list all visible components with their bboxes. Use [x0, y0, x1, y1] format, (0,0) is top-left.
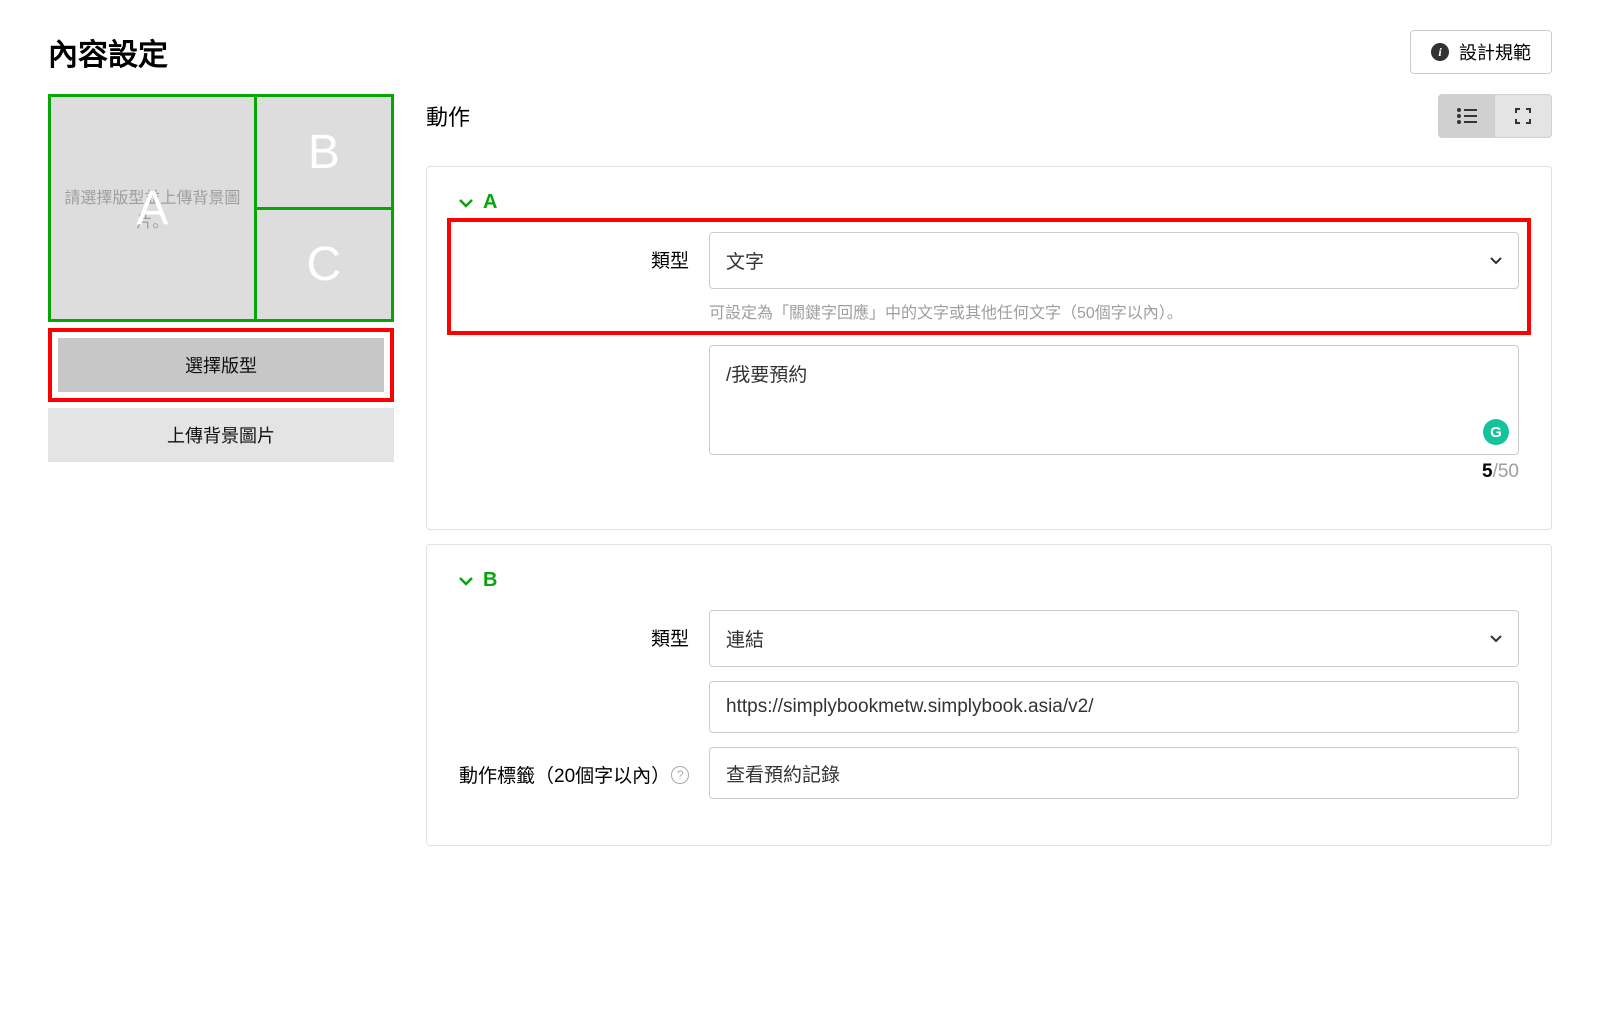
- actions-title: 動作: [426, 100, 470, 132]
- info-icon: i: [1431, 43, 1449, 61]
- panel-b-header[interactable]: B: [459, 569, 1519, 592]
- chevron-down-icon: [459, 198, 473, 208]
- design-guide-button[interactable]: i 設計規範: [1410, 30, 1552, 74]
- type-label-a: 類型: [459, 232, 689, 273]
- action-label-label-b: 動作標籤（20個字以內） ?: [459, 747, 689, 788]
- list-icon: [1456, 107, 1478, 125]
- list-view-button[interactable]: [1439, 95, 1495, 137]
- chevron-down-icon: [1490, 257, 1502, 265]
- page-title: 內容設定: [48, 30, 168, 74]
- highlight-choose-layout: 選擇版型: [48, 328, 394, 402]
- chevron-down-icon: [1490, 635, 1502, 643]
- panel-a-header[interactable]: A: [459, 191, 1519, 214]
- text-input-a[interactable]: [709, 345, 1519, 455]
- layout-area-c[interactable]: C: [257, 210, 391, 319]
- choose-layout-button[interactable]: 選擇版型: [58, 338, 384, 392]
- layout-area-a[interactable]: 請選擇版型並上傳背景圖片。 A: [51, 97, 257, 319]
- upload-background-button[interactable]: 上傳背景圖片: [48, 408, 394, 462]
- layout-preview: 請選擇版型並上傳背景圖片。 A B C: [48, 94, 394, 322]
- type-select-a[interactable]: 文字: [709, 232, 1519, 289]
- chevron-down-icon: [459, 576, 473, 586]
- action-panel-a: A 類型 文字 可設定為「關鍵字回應」中的文字或其他任何文字（50個字以內）。: [426, 166, 1552, 530]
- view-toggle: [1438, 94, 1552, 138]
- action-panel-b: B 類型 連結 動作標籤（20個字以內）: [426, 544, 1552, 846]
- expand-view-button[interactable]: [1495, 95, 1551, 137]
- layout-area-b[interactable]: B: [257, 97, 391, 210]
- type-label-b: 類型: [459, 610, 689, 651]
- type-select-b[interactable]: 連結: [709, 610, 1519, 667]
- grammarly-icon: G: [1483, 419, 1509, 445]
- action-label-input-b[interactable]: [709, 747, 1519, 799]
- highlight-type-row: 類型 文字 可設定為「關鍵字回應」中的文字或其他任何文字（50個字以內）。: [447, 218, 1531, 335]
- char-count-a: 5/50: [709, 461, 1519, 483]
- type-helper-a: 可設定為「關鍵字回應」中的文字或其他任何文字（50個字以內）。: [709, 299, 1519, 323]
- design-guide-label: 設計規範: [1459, 39, 1531, 65]
- url-input-b[interactable]: [709, 681, 1519, 733]
- expand-icon: [1513, 106, 1533, 126]
- help-icon[interactable]: ?: [671, 766, 689, 784]
